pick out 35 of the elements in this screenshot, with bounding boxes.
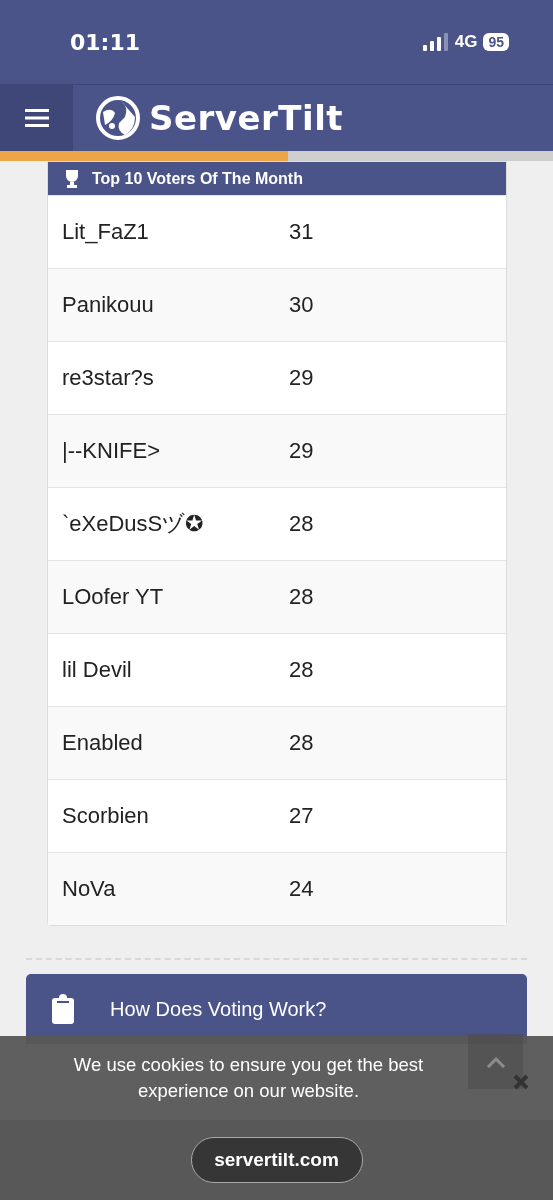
vote-count: 27 [289, 803, 314, 829]
cookie-message: We use cookies to ensure you get the best experience on our website. [72, 1053, 425, 1103]
card-title: Top 10 Voters Of The Month [92, 169, 303, 188]
caret-icon [485, 1055, 506, 1068]
vote-count: 28 [289, 730, 314, 756]
battery-indicator: 95 [483, 33, 509, 51]
vote-count: 24 [289, 876, 314, 902]
voter-name: re3star?s [61, 365, 155, 391]
menu-icon [24, 109, 49, 127]
vote-count: 31 [289, 219, 314, 245]
vote-count: 28 [289, 511, 314, 537]
vote-count: 29 [289, 365, 314, 391]
voter-name: NoVa [61, 876, 117, 902]
voter-name: Enabled [61, 730, 144, 756]
vote-count: 29 [289, 438, 314, 464]
clipboard-icon [52, 994, 74, 1024]
vote-count: 28 [289, 657, 314, 683]
voter-name: Scorbien [61, 803, 150, 829]
signal-icon [422, 33, 449, 51]
close-icon[interactable] [513, 1074, 529, 1090]
menu-button[interactable] [0, 85, 73, 151]
trophy-icon [64, 169, 80, 188]
url-pill[interactable]: servertilt.com [190, 1137, 363, 1183]
status-time: 01:11 [70, 29, 141, 55]
vote-count: 28 [289, 584, 314, 610]
section-title: How Does Voting Work? [110, 997, 327, 1021]
voter-name: lil Devil [61, 657, 133, 683]
voter-name: LOofer YT [61, 584, 165, 610]
voter-name: Lit_FaZ1 [61, 219, 150, 245]
voter-name: `eXeDusSヅ✪ [61, 510, 205, 538]
network-label: 4G [454, 32, 478, 52]
scroll-top-button[interactable] [468, 1034, 523, 1089]
vote-count: 30 [289, 292, 314, 318]
voter-name: Panikouu [61, 292, 155, 318]
voter-name: |--KNIFE> [61, 438, 161, 464]
